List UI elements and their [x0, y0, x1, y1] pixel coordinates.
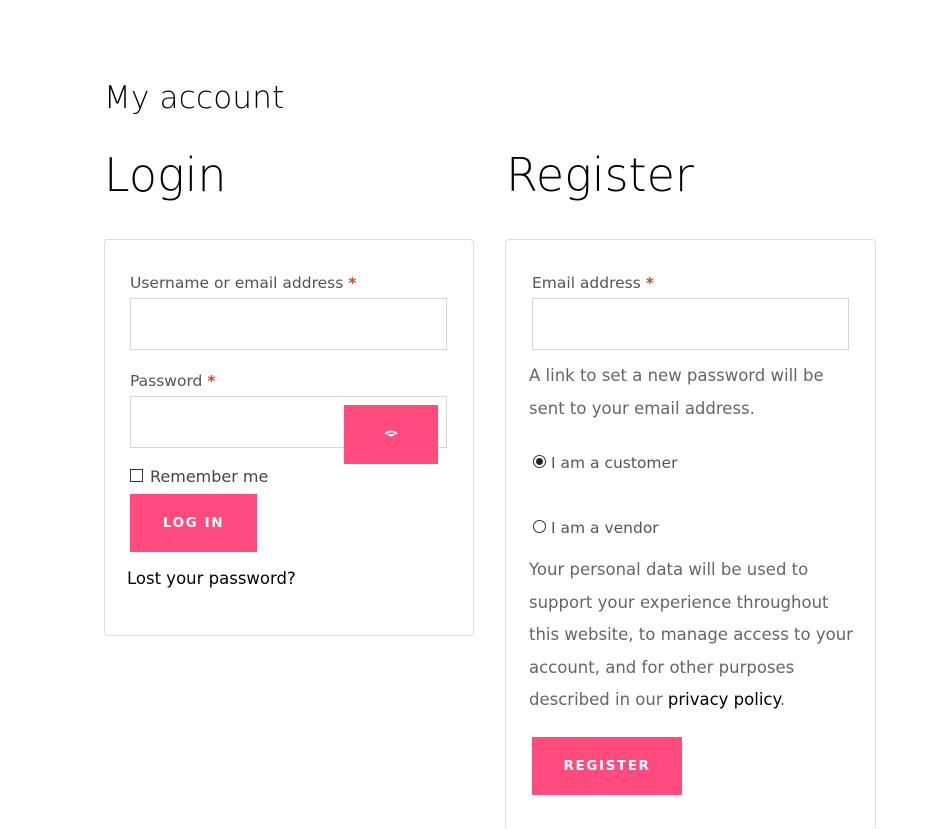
vendor-radio-label[interactable]: I am a vendor [551, 518, 659, 538]
page-title: My account [104, 80, 285, 116]
eye-icon [384, 430, 398, 436]
email-input[interactable] [532, 298, 849, 350]
required-mark: * [645, 274, 654, 292]
required-mark: * [207, 372, 216, 390]
login-heading: Login [104, 148, 227, 202]
login-button[interactable]: Log in [130, 494, 257, 552]
privacy-policy-link[interactable]: privacy policy [668, 690, 780, 709]
username-label-text: Username or email address [130, 274, 344, 292]
register-button[interactable]: Register [532, 737, 682, 795]
required-mark: * [348, 274, 357, 292]
privacy-text-end: . [779, 690, 786, 709]
register-form: Email address * A link to set a new pass… [505, 239, 876, 829]
username-label: Username or email address * [130, 273, 356, 293]
email-label: Email address * [532, 273, 654, 293]
show-password-button[interactable] [344, 405, 438, 464]
login-form: Username or email address * Password * R… [104, 239, 474, 636]
password-label-text: Password [130, 372, 203, 390]
privacy-text: Your personal data will be used to suppo… [529, 560, 853, 709]
email-label-text: Email address [532, 274, 641, 292]
username-input[interactable] [130, 298, 447, 350]
remember-me-label[interactable]: Remember me [150, 467, 268, 487]
privacy-notice: Your personal data will be used to suppo… [529, 554, 859, 717]
vendor-radio[interactable] [533, 520, 546, 533]
customer-radio[interactable] [533, 455, 546, 468]
remember-me-checkbox[interactable] [130, 469, 143, 482]
password-hint: A link to set a new password will be sen… [529, 366, 824, 418]
password-label: Password * [130, 371, 215, 391]
customer-radio-label[interactable]: I am a customer [551, 453, 677, 473]
radio-selected-dot [536, 458, 543, 465]
lost-password-link[interactable]: Lost your password? [127, 568, 296, 590]
register-heading: Register [506, 148, 694, 202]
